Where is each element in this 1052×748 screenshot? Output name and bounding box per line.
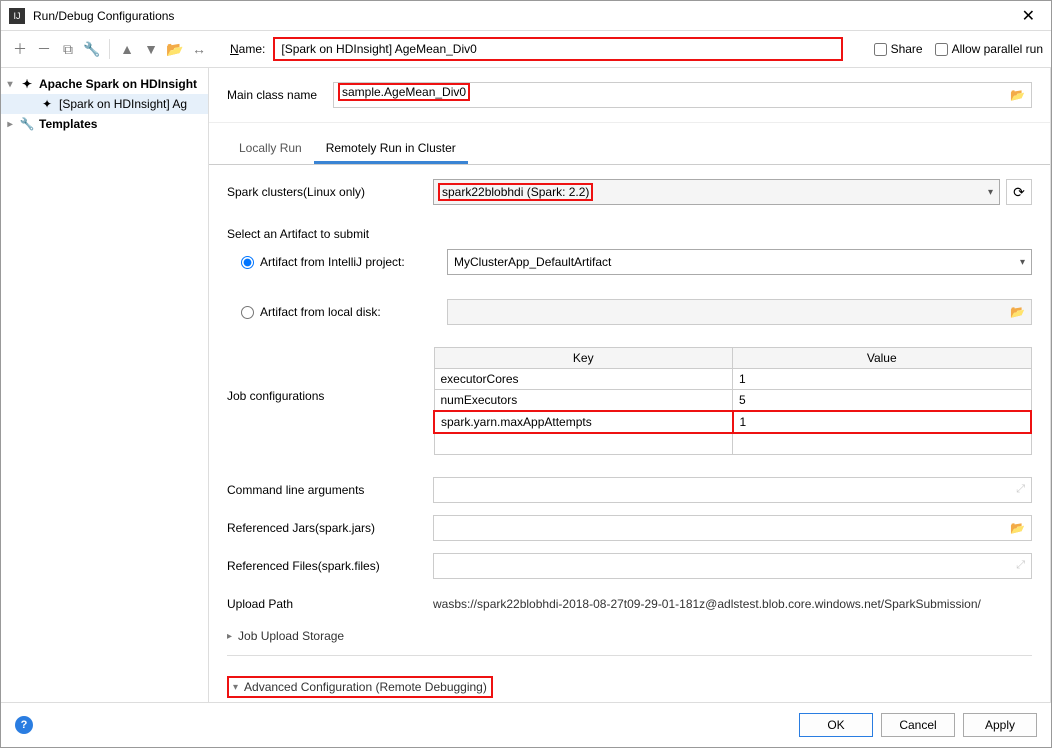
titlebar: IJ Run/Debug Configurations ✕ (1, 1, 1051, 31)
tab-locally-run[interactable]: Locally Run (227, 135, 314, 164)
spark-icon: ✦ (39, 96, 55, 112)
job-config-label: Job configurations (227, 347, 433, 403)
tree-group-templates[interactable]: ▸ 🔧 Templates (1, 114, 208, 134)
ref-jars-field[interactable]: 📂 (433, 515, 1032, 541)
artifact-intellij-label: Artifact from IntelliJ project: (260, 255, 405, 269)
artifact-local-label: Artifact from local disk: (260, 305, 381, 319)
tree-item-config[interactable]: ✦ [Spark on HDInsight] Ag (1, 94, 208, 114)
upload-path-value: wasbs://spark22blobhdi-2018-08-27t09-29-… (433, 597, 1032, 611)
name-input[interactable] (273, 37, 843, 61)
ok-button[interactable]: OK (799, 713, 873, 737)
refresh-button[interactable]: ⟳ (1006, 179, 1032, 205)
ref-files-field[interactable]: ⤢ (433, 553, 1032, 579)
ref-files-label: Referenced Files(spark.files) (227, 559, 433, 573)
table-row (434, 433, 1031, 455)
spark-clusters-dropdown[interactable]: spark22blobhdi (Spark: 2.2) ▾ (433, 179, 1000, 205)
wrench-button[interactable]: 🔧 (81, 38, 103, 60)
artifact-intellij-dropdown[interactable]: MyClusterApp_DefaultArtifact ▾ (447, 249, 1032, 275)
table-row: executorCores1 (434, 369, 1031, 390)
spark-clusters-label: Spark clusters(Linux only) (227, 185, 433, 199)
wrench-icon: 🔧 (19, 116, 35, 132)
app-icon: IJ (9, 8, 25, 24)
ref-jars-label: Referenced Jars(spark.jars) (227, 521, 433, 535)
table-row: numExecutors5 (434, 390, 1031, 412)
browse-icon[interactable]: 📂 (1010, 305, 1025, 319)
up-button[interactable]: ▲ (116, 38, 138, 60)
window-title: Run/Debug Configurations (33, 9, 1014, 23)
artifact-local-field: 📂 (447, 299, 1032, 325)
artifact-intellij-radio[interactable] (241, 256, 254, 269)
cancel-button[interactable]: Cancel (881, 713, 955, 737)
chevron-down-icon: ▾ (233, 682, 238, 693)
tab-remotely-run[interactable]: Remotely Run in Cluster (314, 135, 468, 164)
cmd-args-field[interactable]: ⤢ (433, 477, 1032, 503)
config-toolbar: ＋ － ⧉ 🔧 ▲ ▼ 📂 ↔ (9, 38, 210, 60)
close-icon[interactable]: ✕ (1014, 6, 1043, 26)
main-class-input[interactable]: sample.AgeMean_Div0 📂 (333, 82, 1032, 108)
table-row: spark.yarn.maxAppAttempts 1 (434, 411, 1031, 433)
expand-icon[interactable]: ⤢ (1016, 559, 1025, 572)
copy-button[interactable]: ⧉ (57, 38, 79, 60)
artifact-header: Select an Artifact to submit (227, 227, 1032, 241)
upload-path-label: Upload Path (227, 597, 433, 611)
config-tree: ▾ ✦ Apache Spark on HDInsight ✦ [Spark o… (1, 68, 209, 702)
expand-icon[interactable]: ⤢ (1016, 483, 1025, 496)
advanced-config-section[interactable]: ▾ Advanced Configuration (Remote Debuggi… (227, 676, 493, 698)
artifact-local-radio[interactable] (241, 306, 254, 319)
table-header-value: Value (733, 348, 1032, 369)
folder-button[interactable]: 📂 (164, 38, 186, 60)
remove-button[interactable]: － (33, 38, 55, 60)
table-header-key: Key (434, 348, 733, 369)
add-button[interactable]: ＋ (9, 38, 31, 60)
expand-button[interactable]: ↔ (188, 38, 210, 60)
chevron-right-icon[interactable]: ▸ (5, 119, 15, 130)
chevron-down-icon[interactable]: ▾ (5, 79, 15, 90)
help-button[interactable]: ? (15, 716, 33, 734)
apply-button[interactable]: Apply (963, 713, 1037, 737)
tree-group-spark[interactable]: ▾ ✦ Apache Spark on HDInsight (1, 74, 208, 94)
spark-icon: ✦ (19, 76, 35, 92)
allow-parallel-checkbox[interactable]: Allow parallel run (935, 42, 1043, 56)
share-checkbox[interactable]: Share (874, 42, 923, 56)
chevron-down-icon: ▾ (1020, 257, 1025, 268)
chevron-right-icon: ▸ (227, 631, 232, 642)
name-label: Name: (230, 42, 265, 56)
browse-icon[interactable]: 📂 (1010, 88, 1025, 102)
browse-icon[interactable]: 📂 (1010, 521, 1025, 535)
job-upload-storage-section[interactable]: ▸ Job Upload Storage (227, 629, 1032, 643)
down-button[interactable]: ▼ (140, 38, 162, 60)
chevron-down-icon: ▾ (988, 187, 993, 198)
job-config-table[interactable]: Key Value executorCores1 numExecutors5 s… (433, 347, 1032, 455)
cmd-args-label: Command line arguments (227, 483, 433, 497)
main-class-label: Main class name (227, 88, 333, 102)
